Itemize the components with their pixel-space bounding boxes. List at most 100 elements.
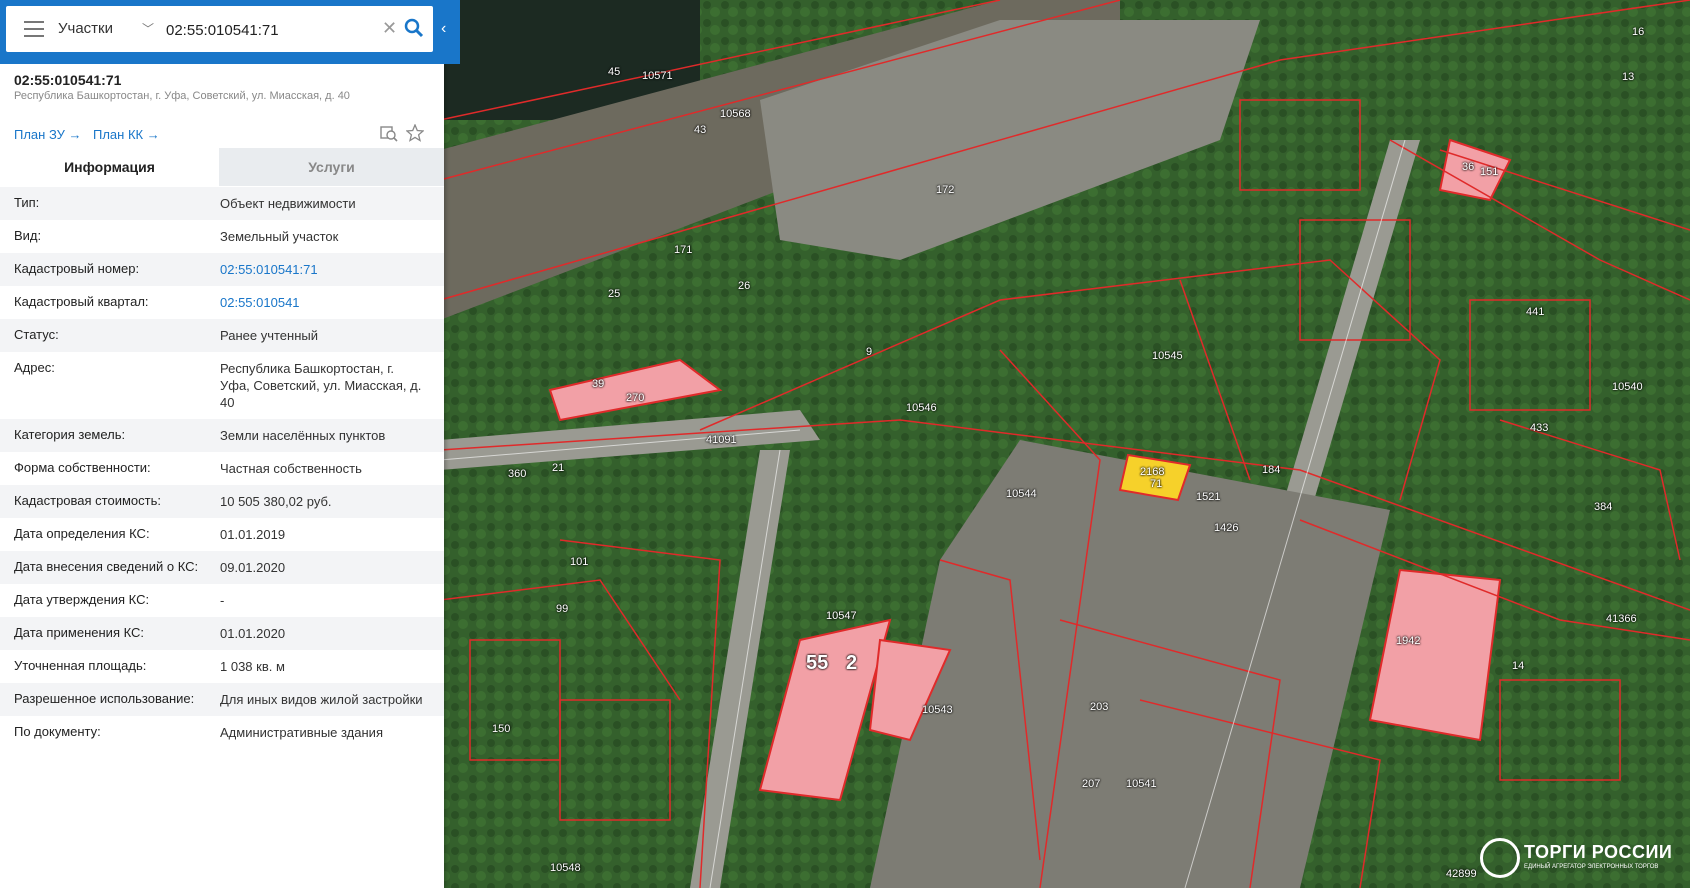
clear-icon[interactable]: ✕ [382, 18, 397, 39]
star-icon[interactable] [406, 124, 424, 142]
info-row-value: Административные здания [220, 725, 383, 740]
info-row-key: Категория земель: [14, 427, 126, 442]
map-parcel-label: 10543 [922, 704, 953, 716]
info-row-key: Дата применения КС: [14, 625, 145, 640]
map-parcel-label: 10546 [906, 402, 937, 414]
search-box: Участки ﹀ ✕ [6, 6, 433, 52]
menu-icon[interactable] [24, 21, 44, 37]
layer-select[interactable]: Участки ﹀ [58, 16, 158, 42]
map-parcel-label: 270 [626, 392, 645, 404]
object-title: 02:55:010541:71 [14, 72, 122, 88]
search-bar: Участки ﹀ ✕ ‹ [0, 0, 460, 64]
info-row-key: Уточненная площадь: [14, 658, 147, 673]
panel-tabs: Информация Услуги [0, 148, 444, 186]
info-row-key: Вид: [14, 228, 42, 243]
info-row-key: Разрешенное использование: [14, 691, 195, 706]
map-parcel-label: 1426 [1214, 522, 1239, 534]
info-row-key: Кадастровая стоимость: [14, 493, 161, 508]
map-parcel-label: 360 [508, 468, 527, 480]
info-row: Вид: Земельный участок [0, 220, 444, 253]
map-parcel-label: 10547 [826, 610, 857, 622]
info-row-key: По документу: [14, 724, 101, 739]
info-row: Категория земель: Земли населённых пункто… [0, 419, 444, 452]
tab-info[interactable]: Информация [0, 148, 219, 186]
map-parcel-label: 21 [552, 462, 565, 474]
info-row: По документу: Административные здания [0, 716, 444, 749]
zoom-to-object-icon[interactable] [380, 124, 398, 142]
chevron-down-icon: ﹀ [142, 22, 155, 36]
info-row-value: Частная собственность [220, 461, 362, 476]
info-row-key: Дата утверждения КС: [14, 592, 150, 607]
info-row-value: 10 505 380,02 руб. [220, 494, 332, 509]
info-row-value: 1 038 кв. м [220, 659, 285, 674]
info-row-value: Для иных видов жилой застройки [220, 692, 423, 707]
map-parcel-label: 151 [1480, 166, 1499, 178]
info-row-value: 01.01.2020 [220, 626, 286, 641]
search-input[interactable] [164, 14, 378, 46]
info-row: Разрешенное использование: Для иных видов… [0, 683, 444, 716]
info-row-key: Форма собственности: [14, 460, 151, 475]
info-row-value: Земельный участок [220, 229, 339, 244]
info-row: Дата определения КС: 01.01.2019 [0, 518, 444, 551]
plan-zu-link[interactable]: План ЗУ → [14, 127, 82, 142]
map-parcel-label: 10541 [1126, 778, 1157, 790]
map-parcel-label: 1942 [1396, 635, 1421, 647]
map-parcel-label: 41366 [1606, 613, 1637, 625]
logo-subtitle: ЕДИНЫЙ АГРЕГАТОР ЭЛЕКТРОННЫХ ТОРГОВ [1524, 864, 1659, 870]
map-parcel-label: 43 [694, 124, 707, 136]
info-row-value: 09.01.2020 [220, 560, 286, 575]
info-panel: 02:55:010541:71 Республика Башкортостан,… [0, 0, 444, 888]
info-table: Тип: Объект недвижимости Вид: Земельный уча… [0, 187, 444, 749]
map-parcel-label: 172 [936, 184, 955, 196]
info-row-value: Земли населённых пунктов [220, 428, 386, 443]
info-row-value: Ранее учтенный [220, 328, 318, 343]
map-parcel-label: 184 [1262, 464, 1281, 476]
map-parcel-label: 10571 [642, 70, 673, 82]
map-parcel-label: 71 [1150, 478, 1163, 490]
map-parcel-label: 14 [1512, 660, 1525, 672]
map-parcel-label: 171 [674, 244, 693, 256]
info-row-key: Адрес: [14, 360, 55, 375]
map-parcel-label: 10545 [1152, 350, 1183, 362]
map-parcel-label: 16 [1632, 26, 1645, 38]
map-parcel-label: 2 [846, 652, 858, 674]
map-parcel-label: 41091 [706, 434, 737, 446]
map-parcel-label: 36 [1462, 161, 1475, 173]
info-row: Тип: Объект недвижимости [0, 187, 444, 220]
collapse-panel-icon[interactable]: ‹ [441, 20, 455, 44]
map-parcel-label: 207 [1082, 778, 1101, 790]
info-row: Адрес: Республика Башкортостан, г. Уфа, С… [0, 352, 444, 419]
info-row: Статус: Ранее учтенный [0, 319, 444, 352]
map-parcel-label: 150 [492, 723, 511, 735]
info-row-key: Тип: [14, 195, 40, 210]
plan-kk-link[interactable]: План КК → [93, 127, 160, 142]
map-parcel-label: 26 [738, 280, 751, 292]
search-icon[interactable] [404, 18, 424, 38]
tab-services[interactable]: Услуги [219, 148, 444, 186]
info-row-link[interactable]: 02:55:010541 [206, 286, 431, 319]
map-parcel-label: 10540 [1612, 381, 1643, 393]
info-row-value: Объект недвижимости [220, 196, 356, 211]
map-parcel-label: 99 [556, 603, 569, 615]
map-parcel-label: 42899 [1446, 868, 1477, 880]
info-row-key: Дата определения КС: [14, 526, 150, 541]
info-row: Кадастровая стоимость: 10 505 380,02 руб. [0, 485, 444, 518]
info-row: Форма собственности: Частная собственност… [0, 452, 444, 485]
info-row: Кадастровый квартал: 02:55:010541 [0, 286, 444, 319]
map-parcel-label: 441 [1526, 306, 1545, 318]
map-parcel-label: 10548 [550, 862, 581, 874]
map-parcel-label: 39 [592, 378, 605, 390]
info-row-key: Кадастровый квартал: [14, 294, 149, 309]
layer-select-value: Участки [58, 20, 113, 37]
map-parcel-label: 1521 [1196, 491, 1221, 503]
map-parcel-label: 101 [570, 556, 589, 568]
info-row: Дата утверждения КС: - [0, 584, 444, 617]
info-row-value: Республика Башкортостан, г. Уфа, Советск… [220, 361, 422, 410]
info-row: Кадастровый номер: 02:55:010541:71 [0, 253, 444, 286]
map-parcel-label: 45 [608, 66, 621, 78]
map-parcel-label: 25 [608, 288, 621, 300]
logo-name: ТОРГИ РОССИИ [1524, 842, 1673, 862]
info-row-link[interactable]: 02:55:010541:71 [206, 253, 431, 286]
info-row-key: Кадастровый номер: [14, 261, 140, 276]
map-parcel-label: 13 [1622, 71, 1635, 83]
